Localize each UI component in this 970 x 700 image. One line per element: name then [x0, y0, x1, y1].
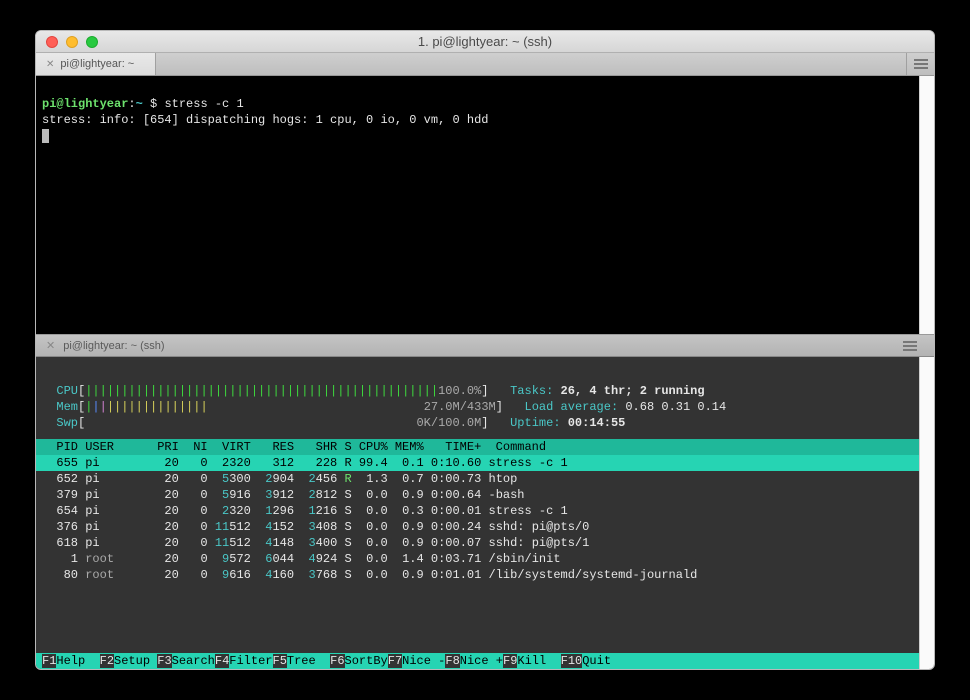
mem-value: 27.0M/433M — [424, 400, 496, 414]
table-row[interactable]: 652 pi 20 0 5300 2904 2456 R 1.3 0.7 0:0… — [42, 471, 928, 487]
table-row[interactable]: 1 root 20 0 9572 6044 4924 S 0.0 1.4 0:0… — [42, 551, 928, 567]
pane-bottom[interactable]: CPU[||||||||||||||||||||||||||||||||||||… — [36, 357, 934, 669]
table-row[interactable]: 80 root 20 0 9616 4160 3768 S 0.0 0.9 0:… — [42, 567, 928, 583]
pane-close-icon[interactable]: ✕ — [46, 339, 55, 352]
pane-hamburger-icon[interactable] — [896, 339, 924, 353]
swp-label: Swp — [56, 416, 78, 430]
tasks-label: Tasks: — [510, 384, 553, 398]
tab-close-icon[interactable]: ✕ — [46, 59, 54, 70]
tab-session-1[interactable]: ✕ pi@lightyear: ~ — [36, 53, 156, 75]
scrollbar-bottom[interactable] — [919, 357, 934, 669]
hamburger-icon[interactable] — [906, 53, 934, 75]
pane-label: pi@lightyear: ~ (ssh) — [63, 340, 164, 352]
close-icon[interactable] — [46, 36, 58, 48]
zoom-icon[interactable] — [86, 36, 98, 48]
terminal-window: 1. pi@lightyear: ~ (ssh) ✕ pi@lightyear:… — [35, 30, 935, 670]
pane-top[interactable]: pi@lightyear:~ $ stress -c 1 stress: inf… — [36, 76, 934, 334]
prompt-user: pi@lightyear — [42, 97, 128, 111]
pane-separator[interactable]: ✕ pi@lightyear: ~ (ssh) — [36, 334, 934, 357]
table-row[interactable]: 376 pi 20 0 11512 4152 3408 S 0.0 0.9 0:… — [42, 519, 928, 535]
split-panes: pi@lightyear:~ $ stress -c 1 stress: inf… — [36, 76, 934, 669]
load-label: Load average: — [525, 400, 619, 414]
traffic-lights — [36, 36, 98, 48]
table-row[interactable]: 654 pi 20 0 2320 1296 1216 S 0.0 0.3 0:0… — [42, 503, 928, 519]
cursor-icon — [42, 129, 49, 143]
minimize-icon[interactable] — [66, 36, 78, 48]
swp-value: 0K/100.0M — [416, 416, 481, 430]
prompt-path: ~ — [136, 97, 143, 111]
table-row[interactable]: 379 pi 20 0 5916 3912 2812 S 0.0 0.9 0:0… — [42, 487, 928, 503]
load-value: 0.68 0.31 0.14 — [625, 400, 726, 414]
fkey-bar: F1Help F2Setup F3SearchF4FilterF5Tree F6… — [36, 653, 919, 669]
prompt-symbol: $ — [150, 97, 157, 111]
tab-empty-area — [156, 53, 906, 75]
tab-label: pi@lightyear: ~ — [60, 58, 134, 70]
table-row[interactable]: 618 pi 20 0 11512 4148 3400 S 0.0 0.9 0:… — [42, 535, 928, 551]
tabstrip: ✕ pi@lightyear: ~ — [36, 53, 934, 76]
uptime-label: Uptime: — [510, 416, 560, 430]
window-title: 1. pi@lightyear: ~ (ssh) — [36, 34, 934, 49]
tasks-value: 26, 4 thr; 2 running — [561, 384, 705, 398]
command-text: stress -c 1 — [164, 97, 243, 111]
output-line: stress: info: [654] dispatching hogs: 1 … — [42, 113, 488, 127]
uptime-value: 00:14:55 — [568, 416, 626, 430]
table-row[interactable]: 655 pi 20 0 2320 312 228 R 99.4 0.1 0:10… — [36, 455, 934, 471]
mem-label: Mem — [56, 400, 78, 414]
scrollbar-top[interactable] — [919, 76, 934, 334]
cpu-value: 100.0% — [438, 384, 481, 398]
process-header[interactable]: PID USER PRI NI VIRT RES SHR S CPU% MEM%… — [36, 439, 934, 455]
htop-meters: CPU[||||||||||||||||||||||||||||||||||||… — [42, 383, 928, 431]
cpu-label: CPU — [56, 384, 78, 398]
titlebar: 1. pi@lightyear: ~ (ssh) — [36, 31, 934, 53]
